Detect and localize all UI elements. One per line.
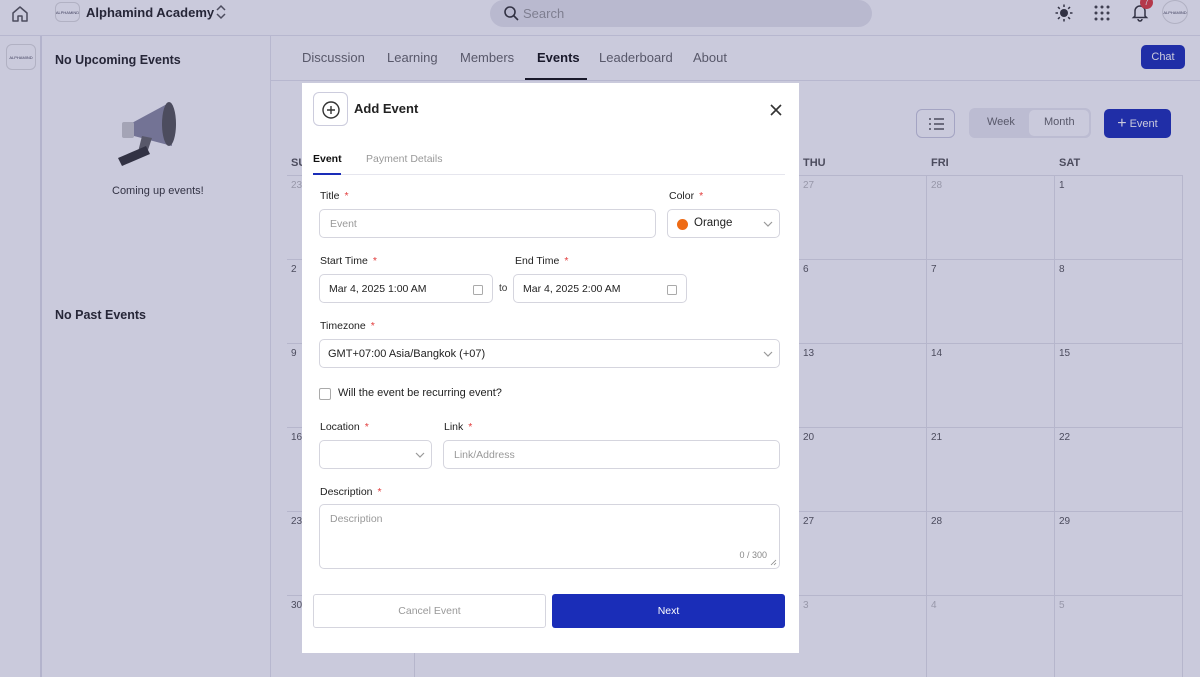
link-label: Link * [444,421,473,433]
timezone-value: GMT+07:00 Asia/Bangkok (+07) [328,348,486,360]
start-time-picker[interactable]: Mar 4, 2025 1:00 AM [319,274,493,303]
end-time-label: End Time * [515,255,569,267]
color-swatch [677,219,688,230]
color-label: Color * [669,190,704,202]
color-select[interactable]: Orange [667,209,780,238]
color-value: Orange [694,217,733,229]
link-field[interactable]: Link/Address [443,440,780,469]
recurring-checkbox[interactable] [319,388,331,400]
calendar-icon [473,285,483,295]
chevron-down-icon [415,452,425,458]
start-time-value: Mar 4, 2025 1:00 AM [329,283,427,295]
title-placeholder: Event [330,218,357,230]
description-char-counter: 0 / 300 [739,550,767,560]
recurring-checkbox-label[interactable]: Will the event be recurring event? [338,387,502,399]
description-label: Description * [320,486,382,498]
plus-circle-icon [322,101,340,119]
end-time-value: Mar 4, 2025 2:00 AM [523,283,621,295]
resize-handle-icon[interactable] [770,559,777,566]
location-select[interactable] [319,440,432,469]
end-time-picker[interactable]: Mar 4, 2025 2:00 AM [513,274,687,303]
next-button[interactable]: Next [552,594,785,628]
location-label: Location * [320,421,369,433]
title-field[interactable]: Event [319,209,656,238]
description-placeholder: Description [330,513,383,525]
timezone-select[interactable]: GMT+07:00 Asia/Bangkok (+07) [319,339,780,368]
title-label: Title * [320,190,349,202]
timezone-label: Timezone * [320,320,375,332]
add-event-icon-box [313,92,348,126]
chevron-down-icon [763,221,773,227]
description-textarea[interactable]: Description 0 / 300 [319,504,780,569]
cancel-event-button[interactable]: Cancel Event [313,594,546,628]
add-event-modal: Add Event Event Payment Details Title * E… [302,83,799,653]
calendar-icon [667,285,677,295]
modal-tab-event[interactable]: Event [313,153,342,165]
modal-active-tab-underline [313,173,341,175]
link-placeholder: Link/Address [454,449,515,461]
close-icon[interactable] [768,102,784,118]
modal-tab-payment-details[interactable]: Payment Details [366,153,442,165]
time-range-to-text: to [499,283,508,294]
chevron-down-icon [763,351,773,357]
modal-tab-divider [313,174,785,175]
start-time-label: Start Time * [320,255,377,267]
modal-title: Add Event [354,101,419,116]
